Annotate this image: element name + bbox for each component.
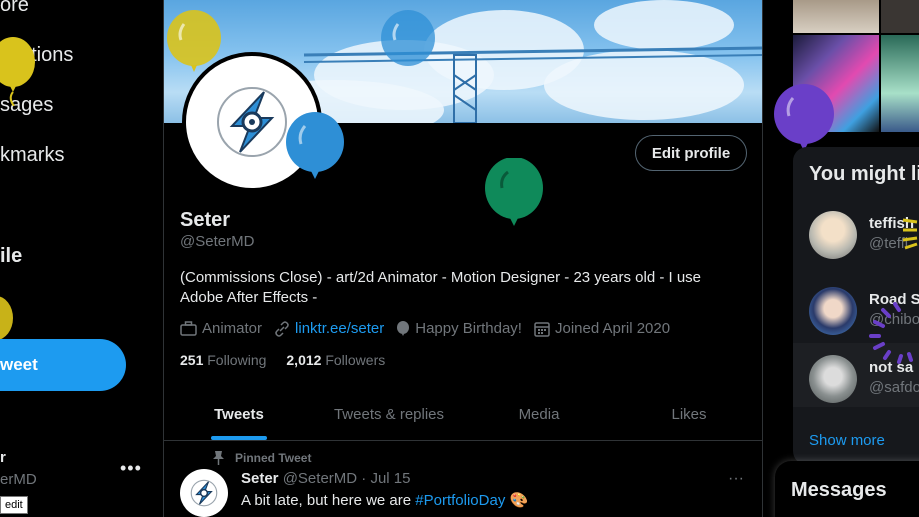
media-thumb[interactable] [881, 35, 919, 132]
edit-profile-button[interactable]: Edit profile [635, 135, 747, 171]
tweet-avatar[interactable] [180, 469, 228, 517]
show-more-link[interactable]: Show more [809, 432, 885, 449]
profile-meta: Animator linktr.ee/seter Happy Birthday!… [180, 320, 670, 337]
blue-balloon-icon [380, 10, 436, 85]
birthday-text: Happy Birthday! [415, 320, 522, 337]
link-icon [275, 320, 289, 337]
tweet-date[interactable]: · Jul 15 [361, 470, 410, 487]
briefcase-icon [180, 321, 197, 336]
tweet-more-icon[interactable]: ··· [728, 470, 744, 488]
right-sidebar: You might li teffish @teffi Road S @chib… [763, 0, 919, 517]
pin-icon [213, 451, 224, 465]
profile-tabs: Tweets Tweets & replies Media Likes [164, 388, 762, 441]
account-more-icon[interactable]: ••• [120, 458, 142, 479]
hashtag-link[interactable]: #PortfolioDay [415, 492, 505, 509]
profile-name: Seter [180, 209, 231, 231]
suggestion-handle[interactable]: @safdo [869, 379, 919, 396]
pinned-label: Pinned Tweet [212, 450, 311, 465]
followers-link[interactable]: 2,012 Followers [286, 352, 385, 368]
left-nav: ore fications sages kmarks ile weet r er… [0, 0, 163, 517]
joined-text: Joined April 2020 [554, 320, 671, 337]
profile-bio: (Commissions Close) - art/2d Animator - … [180, 269, 702, 306]
avatar[interactable] [809, 211, 857, 259]
messages-title: Messages [791, 479, 887, 501]
nav-item-more[interactable]: ore [0, 0, 29, 17]
yellow-balloon-icon [0, 36, 36, 111]
profile-link[interactable]: linktr.ee/seter [295, 320, 384, 337]
tweet-button[interactable]: weet [0, 339, 126, 391]
tweet-header: Seter @SeterMD · Jul 15 [241, 470, 411, 487]
tweet-handle[interactable]: @SeterMD [283, 470, 357, 487]
tweet-author[interactable]: Seter [241, 470, 279, 487]
purple-confetti-icon [869, 302, 913, 364]
profession-text: Animator [202, 320, 263, 337]
tab-likes[interactable]: Likes [614, 388, 762, 440]
following-link[interactable]: 251 Following [180, 352, 266, 368]
media-thumb[interactable] [793, 0, 879, 33]
calendar-icon [534, 321, 550, 337]
nav-item-bookmarks[interactable]: kmarks [0, 144, 64, 167]
nav-item-profile[interactable]: ile [0, 245, 22, 268]
tooltip: edit [0, 496, 28, 514]
seter-logo-icon [217, 87, 287, 157]
tweet-text: A bit late, but here we are #PortfolioDa… [241, 492, 529, 509]
tab-tweets[interactable]: Tweets [164, 388, 314, 440]
profile-main: Edit profile Seter @SeterMD (Commissions… [163, 0, 763, 517]
messages-drawer[interactable]: Messages [775, 461, 919, 517]
palette-emoji: 🎨 [509, 492, 529, 509]
seter-logo-icon [190, 479, 218, 507]
account-name[interactable]: r [0, 449, 6, 466]
profile-handle: @SeterMD [180, 233, 255, 250]
avatar[interactable] [809, 287, 857, 335]
avatar[interactable] [809, 355, 857, 403]
yellow-confetti-icon [902, 218, 918, 250]
account-handle[interactable]: erMD [0, 471, 37, 488]
green-balloon-icon [484, 157, 544, 237]
follow-stats: 251 Following 2,012 Followers [180, 352, 385, 368]
tab-media[interactable]: Media [464, 388, 614, 440]
suggest-title: You might li [809, 163, 919, 185]
media-thumb[interactable] [881, 0, 919, 33]
tab-tweets-replies[interactable]: Tweets & replies [314, 388, 464, 440]
blue-balloon-icon [285, 112, 345, 191]
balloon-icon [397, 320, 410, 336]
